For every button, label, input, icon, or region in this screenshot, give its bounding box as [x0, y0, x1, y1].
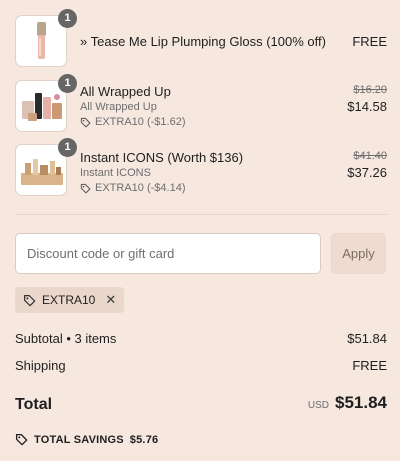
total-value: USD $51.84 [308, 393, 387, 413]
tag-icon [80, 183, 91, 194]
line-item-all-wrapped-up: 1 All Wrapped Up All Wrapped Up EXTRA10 … [15, 74, 387, 132]
item-title: » Tease Me Lip Plumping Gloss (100% off) [80, 34, 326, 49]
item-discount-text: EXTRA10 (-$4.14) [95, 182, 186, 194]
section-divider [15, 214, 387, 215]
line-item-instant-icons: 1 Instant ICONS (Worth $136) Instant ICO… [15, 138, 387, 196]
currency-code: USD [307, 400, 329, 411]
applied-discount-code: EXTRA10 [42, 293, 96, 307]
subtotal-label: Subtotal • 3 items [15, 331, 117, 346]
line-item-lip-gloss: 1 » Tease Me Lip Plumping Gloss (100% of… [15, 9, 387, 67]
quantity-badge: 1 [58, 74, 77, 93]
shipping-value: FREE [352, 358, 387, 373]
item-variant: All Wrapped Up [80, 101, 157, 113]
discount-code-input[interactable] [15, 233, 321, 274]
shipping-row: Shipping FREE [15, 358, 387, 373]
apply-discount-button[interactable]: Apply [331, 233, 386, 274]
applied-discount-chip: EXTRA10 ✕ [15, 287, 125, 313]
item-title: All Wrapped Up [80, 84, 171, 99]
item-original-price: $16.20 [353, 84, 387, 96]
item-original-price: $41.40 [353, 150, 387, 162]
tag-icon [15, 433, 28, 446]
quantity-badge: 1 [58, 9, 77, 28]
product-thumbnail: 1 [15, 138, 77, 196]
item-discount-text: EXTRA10 (-$1.62) [95, 116, 186, 128]
item-price: FREE [352, 34, 387, 49]
tag-icon [24, 294, 36, 306]
tag-icon [80, 117, 91, 128]
item-variant: Instant ICONS [80, 167, 151, 179]
item-price: $14.58 [347, 99, 387, 114]
shipping-label: Shipping [15, 358, 66, 373]
savings-label: TOTAL SAVINGS [34, 433, 124, 446]
subtotal-row: Subtotal • 3 items $51.84 [15, 331, 387, 346]
item-discount: EXTRA10 (-$1.62) [80, 115, 310, 130]
quantity-badge: 1 [58, 138, 77, 157]
item-price: $37.26 [347, 165, 387, 180]
total-savings: TOTAL SAVINGS $5.76 [15, 433, 158, 446]
item-discount: EXTRA10 (-$4.14) [80, 181, 310, 196]
item-title: Instant ICONS (Worth $136) [80, 150, 244, 165]
subtotal-value: $51.84 [347, 331, 387, 346]
close-icon[interactable]: ✕ [105, 292, 116, 308]
total-label: Total [15, 396, 53, 413]
product-thumbnail: 1 [15, 9, 77, 67]
product-thumbnail: 1 [15, 74, 77, 132]
savings-value: $5.76 [129, 433, 159, 446]
total-amount: $51.84 [335, 393, 387, 412]
